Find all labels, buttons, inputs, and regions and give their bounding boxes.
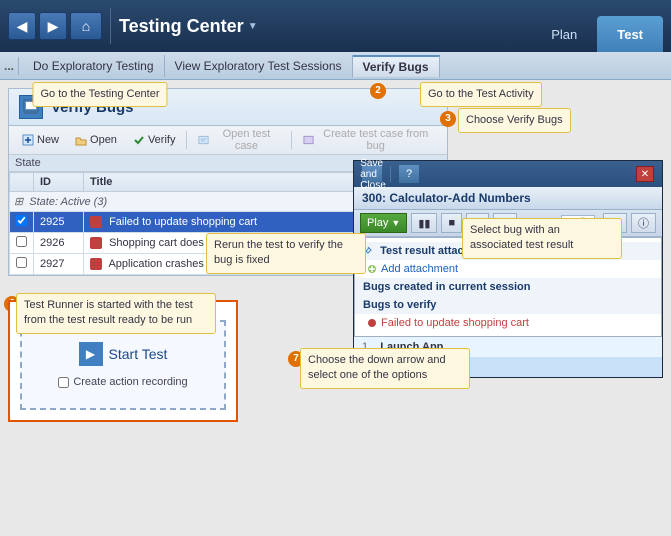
toolbar-sep-1 — [186, 131, 187, 149]
add-attachment-button[interactable]: Add attachment — [355, 260, 661, 278]
menu-section-bugs-current: Bugs created in current session — [355, 278, 661, 296]
subnav-sep — [18, 57, 19, 75]
pause-button[interactable]: ▮▮ — [411, 213, 437, 233]
callout-3: Choose Verify Bugs — [458, 108, 571, 133]
row-id: 2926 — [34, 233, 84, 254]
expand-icon[interactable]: ⊞ — [14, 196, 23, 208]
callout-number-3: 3 — [440, 111, 456, 127]
open-test-case-icon — [198, 134, 209, 146]
new-button[interactable]: New — [15, 129, 66, 151]
test-activity-header: Save and Close ? ✕ — [354, 161, 662, 187]
create-recording-checkbox[interactable] — [58, 377, 69, 388]
row-checkbox[interactable] — [10, 212, 34, 233]
col-checkbox — [10, 173, 34, 192]
test-activity-header-left: Save and Close ? — [362, 165, 419, 183]
verify-button[interactable]: Verify — [126, 129, 183, 151]
callout-4: Select bug with an associated test resul… — [462, 218, 622, 259]
state-filter-label: State — [15, 157, 41, 169]
callout-number-2: 2 — [370, 83, 386, 99]
verify-bugs-toolbar: New Open Verify Open test case Create te… — [9, 126, 447, 155]
play-dropdown-icon[interactable]: ▼ — [391, 218, 400, 228]
row-checkbox[interactable] — [10, 233, 34, 254]
header-divider — [110, 8, 111, 44]
toolbar-sep-2 — [291, 131, 292, 149]
row-id: 2927 — [34, 254, 84, 275]
subnav-item-verify-bugs[interactable]: Verify Bugs — [353, 55, 440, 77]
bug-item-icon — [367, 318, 377, 328]
create-test-case-icon — [303, 134, 314, 146]
callout-3-circle: 3 — [440, 110, 456, 127]
play-label: Play — [367, 217, 388, 229]
callout-2: Go to the Test Activity — [420, 82, 542, 107]
help-button[interactable]: ? — [399, 165, 419, 183]
tab-plan[interactable]: Plan — [531, 16, 597, 52]
stop-button[interactable]: ■ — [441, 213, 462, 233]
save-close-label: Save and Close — [360, 158, 386, 191]
info-button[interactable]: ⓘ — [631, 213, 656, 233]
play-icon: ▶ — [79, 342, 103, 366]
row-id: 2925 — [34, 212, 84, 233]
tab-test[interactable]: Test — [597, 16, 663, 52]
start-test-button[interactable]: ▶ Start Test — [79, 342, 168, 366]
app-title: Testing Center ▼ — [119, 16, 258, 37]
main-content: Verify Bugs New Open Verify Open test ca… — [0, 80, 671, 536]
create-test-case-button[interactable]: Create test case from bug — [296, 129, 441, 151]
bug-icon — [90, 237, 102, 249]
subnav-dots: ... — [4, 59, 14, 73]
callout-7: Choose the down arrow and select one of … — [300, 348, 470, 389]
callout-6: Test Runner is started with the test fro… — [16, 293, 216, 334]
open-test-case-button[interactable]: Open test case — [191, 129, 287, 151]
header-right-buttons: ✕ — [636, 166, 654, 182]
open-button[interactable]: Open — [68, 129, 124, 151]
forward-button[interactable]: ▶ — [39, 12, 67, 40]
menu-section-bugs-verify: Bugs to verify — [355, 296, 661, 314]
back-button[interactable]: ◀ — [8, 12, 36, 40]
add-attachment-icon — [367, 264, 377, 274]
subnav-bar: ... Do Exploratory Testing View Explorat… — [0, 52, 671, 80]
verify-icon — [133, 134, 145, 146]
test-activity-title: 300: Calculator-Add Numbers — [354, 187, 662, 210]
new-icon — [22, 134, 34, 146]
callout-2-circle: 2 — [370, 82, 386, 99]
subnav-item-exploratory-testing[interactable]: Do Exploratory Testing — [23, 55, 165, 77]
row-checkbox[interactable] — [10, 254, 34, 275]
close-button[interactable]: ✕ — [636, 166, 654, 182]
app-header: ◀ ▶ ⌂ Testing Center ▼ Plan Test — [0, 0, 671, 52]
title-dropdown-icon[interactable]: ▼ — [248, 21, 258, 32]
bug-icon — [90, 216, 102, 228]
bug-to-verify-item[interactable]: Failed to update shopping cart — [355, 314, 661, 332]
create-recording-row: Create action recording — [58, 376, 187, 388]
play-button[interactable]: Play ▼ — [360, 213, 407, 233]
open-icon — [75, 134, 87, 146]
col-id: ID — [34, 173, 84, 192]
callout-5: Rerun the test to verify the bug is fixe… — [206, 233, 366, 274]
save-close-button[interactable]: Save and Close — [362, 165, 382, 183]
callout-1: Go to the Testing Center — [32, 82, 167, 107]
bug-icon — [90, 258, 102, 270]
test-activity-panel: Save and Close ? ✕ 300: Calculator-Add N… — [353, 160, 663, 378]
app-title-text: Testing Center — [119, 16, 244, 37]
header-tabs: Plan Test — [531, 0, 663, 52]
header-sep — [390, 166, 391, 182]
subnav-item-view-sessions[interactable]: View Exploratory Test Sessions — [165, 55, 353, 77]
home-button[interactable]: ⌂ — [70, 12, 102, 40]
